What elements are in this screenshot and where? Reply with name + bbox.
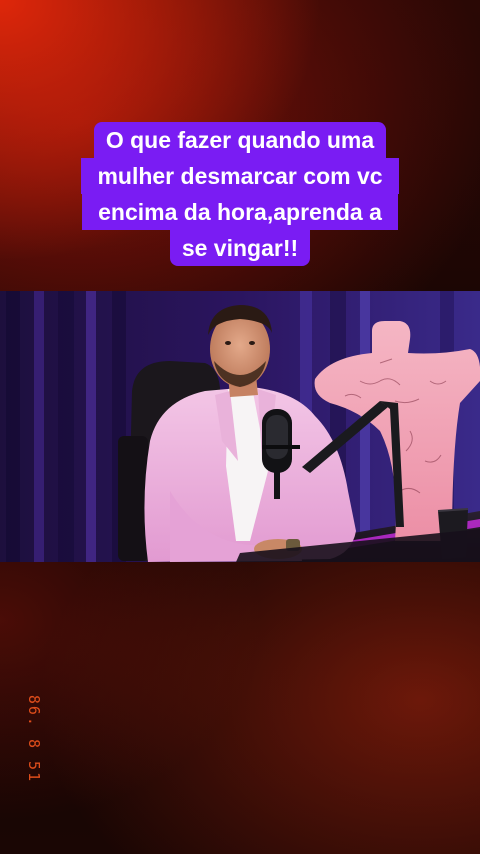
caption-line-1: O que fazer quando uma [93, 122, 387, 158]
podcast-scene-image [0, 291, 480, 562]
camcorder-timestamp: 86. 8 51 [24, 690, 44, 790]
caption-line-4: se vingar!! [169, 230, 311, 266]
video-player[interactable] [0, 291, 480, 562]
caption-overlay: O que fazer quando uma mulher desmarcar … [0, 122, 480, 266]
timestamp-text: 86. 8 51 [25, 694, 43, 784]
caption-line-3: encima da hora,aprenda a [82, 194, 398, 230]
video-post-frame: O que fazer quando uma mulher desmarcar … [0, 0, 480, 854]
caption-line-2: mulher desmarcar com vc [81, 158, 399, 194]
